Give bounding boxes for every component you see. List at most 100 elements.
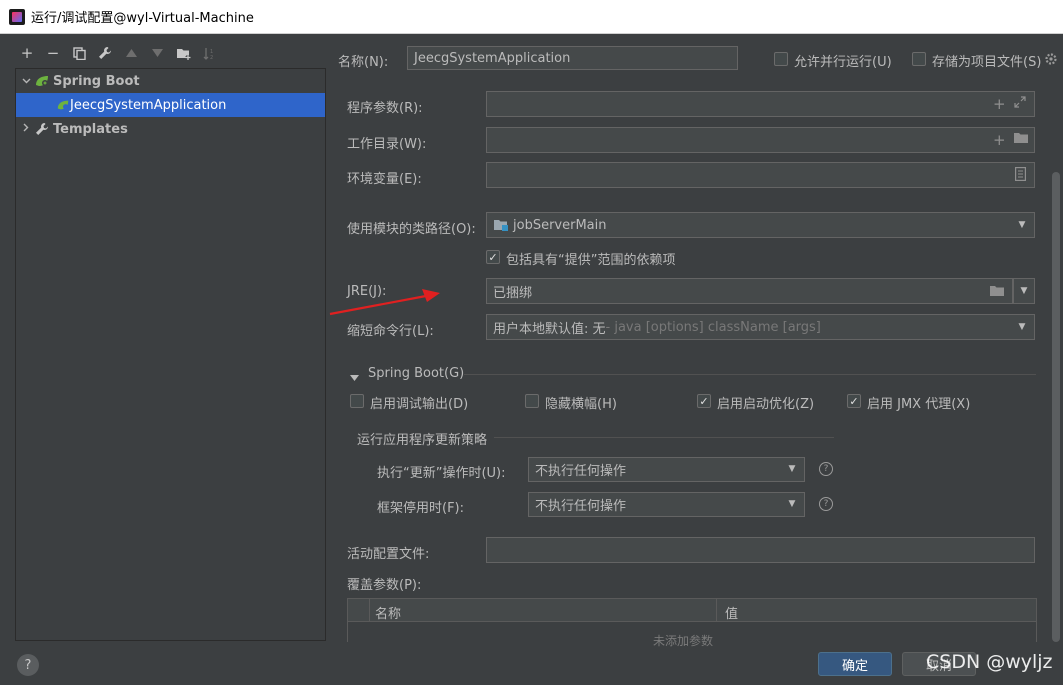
chevron-down-icon: ▼	[1018, 322, 1026, 332]
on-update-value: 不执行任何操作	[535, 464, 627, 479]
env-vars-label: 环境变量(E):	[347, 172, 422, 187]
working-dir-actions: +	[993, 132, 1028, 147]
jre-value: 已捆绑	[493, 285, 533, 301]
sort-icon: 12	[203, 47, 213, 60]
tree-item-templates[interactable]: Templates	[16, 117, 325, 141]
chevron-down-icon: ▼	[1020, 286, 1028, 296]
store-as-project-checkbox[interactable]	[912, 52, 926, 66]
col-header-value[interactable]: 值	[725, 603, 738, 622]
hide-banner-label: 隐藏横幅(H)	[545, 397, 617, 412]
chevron-right-icon[interactable]	[18, 123, 34, 135]
folder-plus-icon	[176, 48, 190, 60]
col-header-name[interactable]: 名称	[375, 603, 401, 622]
working-dir-input[interactable]	[486, 127, 1035, 153]
chevron-down-icon[interactable]	[18, 76, 34, 87]
jre-input[interactable]: 已捆绑	[486, 278, 1013, 304]
update-policy-divider	[494, 437, 834, 438]
on-update-label: 执行“更新”操作时(U):	[377, 466, 506, 481]
vertical-scrollbar[interactable]	[1052, 172, 1060, 642]
section-divider	[464, 374, 1036, 375]
edit-defaults-button[interactable]	[92, 40, 118, 66]
tree-item-jeecg-system-application[interactable]: JeecgSystemApplication	[16, 93, 325, 117]
on-frame-deactivation-label: 框架停用时(F):	[377, 501, 465, 516]
on-update-select[interactable]: 不执行任何操作 ▼	[528, 457, 805, 482]
allow-parallel-label: 允许并行运行(U)	[794, 55, 892, 70]
debug-output-checkbox[interactable]	[350, 394, 364, 408]
include-provided-checkbox[interactable]: ✓	[486, 250, 500, 264]
classpath-select[interactable]: jobServerMain ▼	[486, 212, 1035, 238]
store-as-project-label: 存储为项目文件(S)	[932, 55, 1042, 70]
springboot-section-title[interactable]: Spring Boot(G)	[368, 366, 464, 381]
hide-banner-checkbox[interactable]	[525, 394, 539, 408]
add-config-button[interactable]: +	[14, 40, 40, 66]
chevron-down-icon: ▼	[788, 464, 796, 474]
on-frame-deactivation-value: 不执行任何操作	[535, 499, 627, 514]
update-policy-title: 运行应用程序更新策略	[357, 433, 488, 448]
working-dir-label: 工作目录(W):	[347, 137, 427, 152]
tree-item-label: Spring Boot	[53, 73, 140, 89]
shorten-cmd-label: 缩短命令行(L):	[347, 324, 434, 339]
program-args-input[interactable]	[486, 91, 1035, 117]
override-params-label: 覆盖参数(P):	[347, 578, 422, 593]
launch-optimization-checkbox[interactable]: ✓	[697, 394, 711, 408]
tree-item-spring-boot[interactable]: Spring Boot	[16, 69, 325, 93]
program-args-actions: +	[993, 96, 1026, 112]
name-input[interactable]: JeecgSystemApplication	[407, 46, 738, 70]
allow-parallel-checkbox[interactable]	[774, 52, 788, 66]
name-label: 名称(N):	[338, 55, 389, 70]
active-profiles-label: 活动配置文件:	[347, 547, 430, 562]
jre-dropdown-button[interactable]: ▼	[1013, 278, 1035, 304]
spring-boot-icon	[34, 74, 50, 88]
shorten-cmd-hint: - java [options] className [args]	[605, 319, 821, 335]
intellij-app-icon	[9, 8, 25, 25]
section-collapse-icon[interactable]	[350, 370, 359, 385]
classpath-label: 使用模块的类路径(O):	[347, 222, 476, 237]
module-folder-icon	[494, 219, 509, 235]
copy-icon	[72, 46, 86, 60]
jmx-agent-label: 启用 JMX 代理(X)	[867, 397, 971, 412]
move-down-button[interactable]	[144, 40, 170, 66]
config-toolbar: + − 12	[14, 40, 222, 66]
debug-output-label: 启用调试输出(D)	[370, 397, 469, 412]
title-bar: 运行/调试配置@wyl-Virtual-Machine	[0, 0, 1063, 34]
ok-button[interactable]: 确定	[818, 652, 892, 676]
wrench-icon	[99, 47, 111, 59]
red-arrow-annotation	[329, 289, 440, 316]
remove-config-button[interactable]: −	[40, 40, 66, 66]
settings-gear-icon[interactable]	[1044, 52, 1058, 70]
on-frame-deactivation-select[interactable]: 不执行任何操作 ▼	[528, 492, 805, 517]
copy-config-button[interactable]	[66, 40, 92, 66]
env-vars-input[interactable]	[486, 162, 1035, 188]
spring-boot-icon	[56, 98, 70, 112]
csdn-watermark: CSDN @wyljz	[926, 651, 1053, 673]
expand-icon[interactable]	[1013, 96, 1026, 112]
folder-icon[interactable]	[990, 285, 1004, 300]
document-icon[interactable]	[1015, 167, 1027, 185]
help-button[interactable]: ?	[17, 654, 39, 676]
plus-icon[interactable]: +	[993, 97, 1006, 112]
jmx-agent-checkbox[interactable]: ✓	[847, 394, 861, 408]
triangle-down-icon	[151, 49, 163, 57]
triangle-up-icon	[125, 49, 137, 57]
sort-button[interactable]: 12	[196, 40, 222, 66]
help-icon[interactable]: ?	[819, 497, 833, 511]
help-icon[interactable]: ?	[819, 462, 833, 476]
override-params-table-header: 名称 值	[347, 598, 1037, 622]
svg-text:2: 2	[210, 55, 213, 60]
tree-item-label: JeecgSystemApplication	[70, 97, 227, 113]
shorten-cmd-select[interactable]: 用户本地默认值: 无 - java [options] className [a…	[486, 314, 1035, 340]
chevron-down-icon: ▼	[788, 499, 796, 509]
launch-optimization-label: 启用启动优化(Z)	[717, 397, 815, 412]
table-empty-text: 未添加参数	[653, 634, 714, 648]
wrench-icon	[34, 122, 50, 136]
shorten-cmd-value: 用户本地默认值: 无	[493, 321, 606, 337]
plus-icon[interactable]: +	[993, 132, 1006, 147]
active-profiles-input[interactable]	[486, 537, 1035, 563]
program-args-label: 程序参数(R):	[347, 101, 423, 116]
config-tree: Spring Boot JeecgSystemApplication Templ…	[15, 68, 326, 641]
move-up-button[interactable]	[118, 40, 144, 66]
chevron-down-icon: ▼	[1018, 220, 1026, 230]
new-folder-button[interactable]	[170, 40, 196, 66]
folder-icon[interactable]	[1013, 132, 1028, 147]
classpath-value: jobServerMain	[513, 217, 607, 233]
